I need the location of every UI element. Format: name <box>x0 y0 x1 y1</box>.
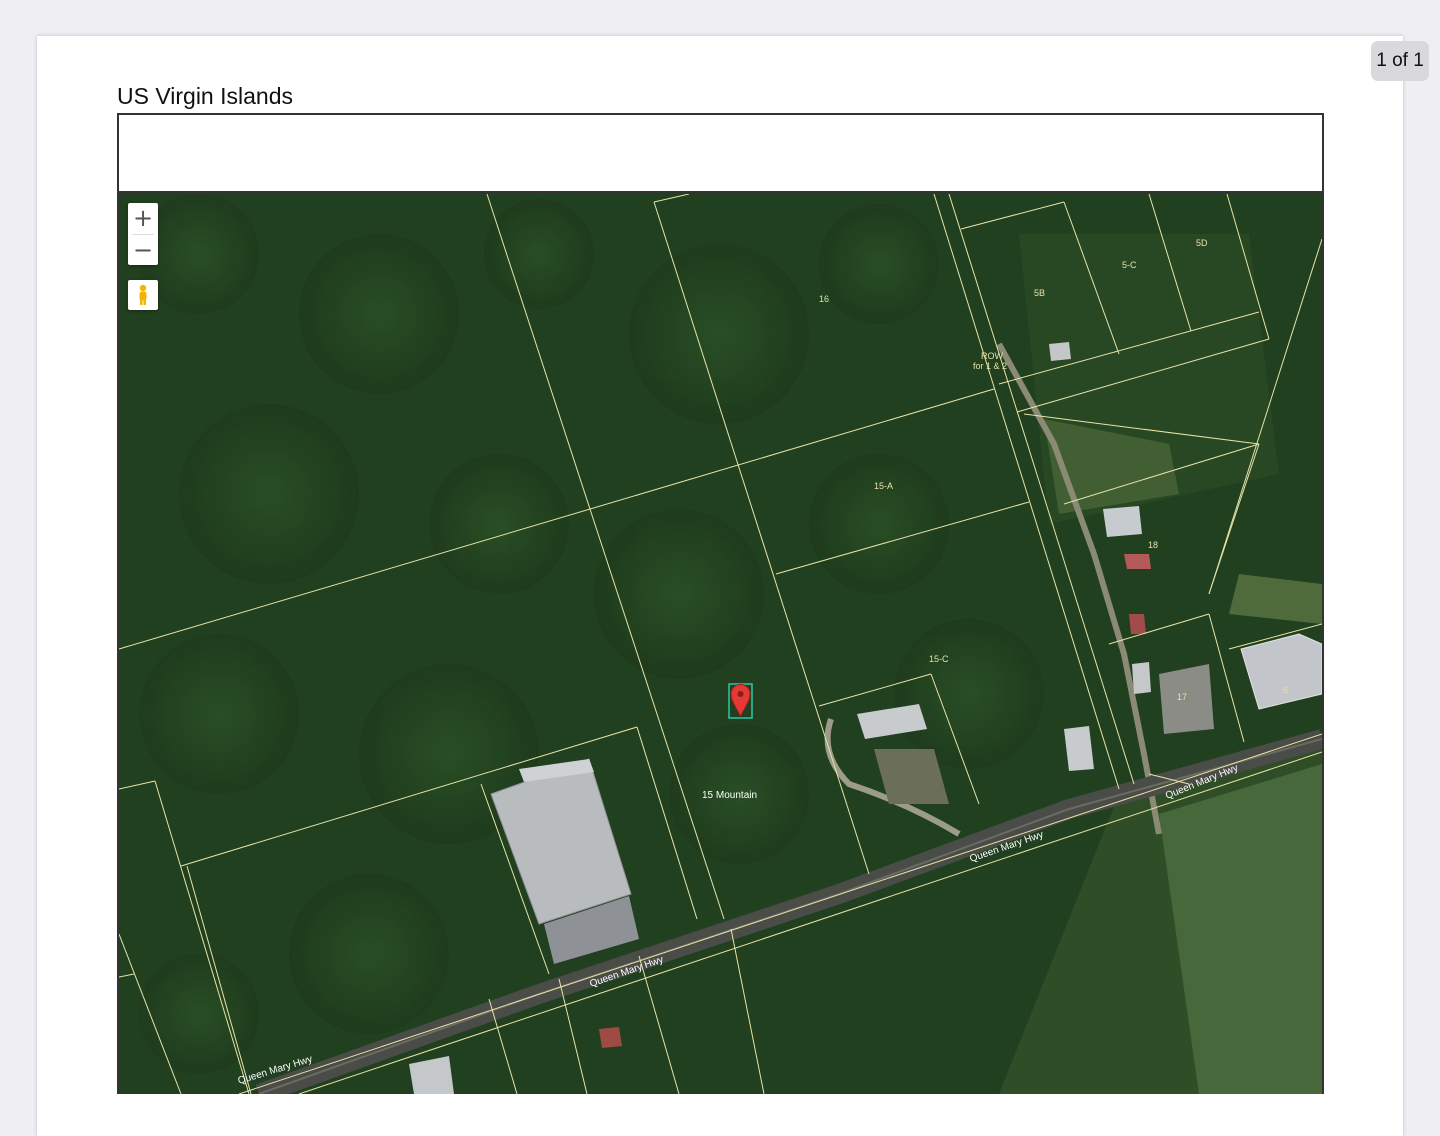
parcel-label-15c: 15-C <box>929 654 949 664</box>
zoom-in-button[interactable]: + <box>128 203 158 234</box>
parcel-label-17: 17 <box>1177 692 1187 702</box>
parcel-label-6: 6 <box>1283 685 1288 695</box>
zoom-out-button[interactable]: − <box>128 235 158 266</box>
pegman-icon <box>139 284 147 305</box>
parcel-label-15a: 15-A <box>874 481 893 491</box>
parcel-label-18: 18 <box>1148 540 1158 550</box>
address-label: 15 Mountain <box>702 790 757 801</box>
zoom-control: + − <box>128 203 158 265</box>
parcel-label-5d: 5D <box>1196 238 1208 248</box>
header-box <box>117 113 1324 193</box>
parcel-label-16: 16 <box>819 294 829 304</box>
page-indicator: 1 of 1 <box>1371 41 1429 81</box>
parcel-label-5b: 5B <box>1034 288 1045 298</box>
parcel-label-row: ROW <box>981 351 1004 361</box>
satellite-map[interactable]: 16 5D 5-C 5B ROW for 1 & 2 15-A 18 15-C … <box>119 194 1322 1094</box>
parcel-label-row-sub: for 1 & 2 <box>973 361 1007 371</box>
map-view[interactable]: 16 5D 5-C 5B ROW for 1 & 2 15-A 18 15-C … <box>117 192 1324 1094</box>
parcel-label-5c: 5-C <box>1122 260 1137 270</box>
document-title: US Virgin Islands <box>117 83 293 109</box>
street-view-button[interactable] <box>128 280 158 310</box>
